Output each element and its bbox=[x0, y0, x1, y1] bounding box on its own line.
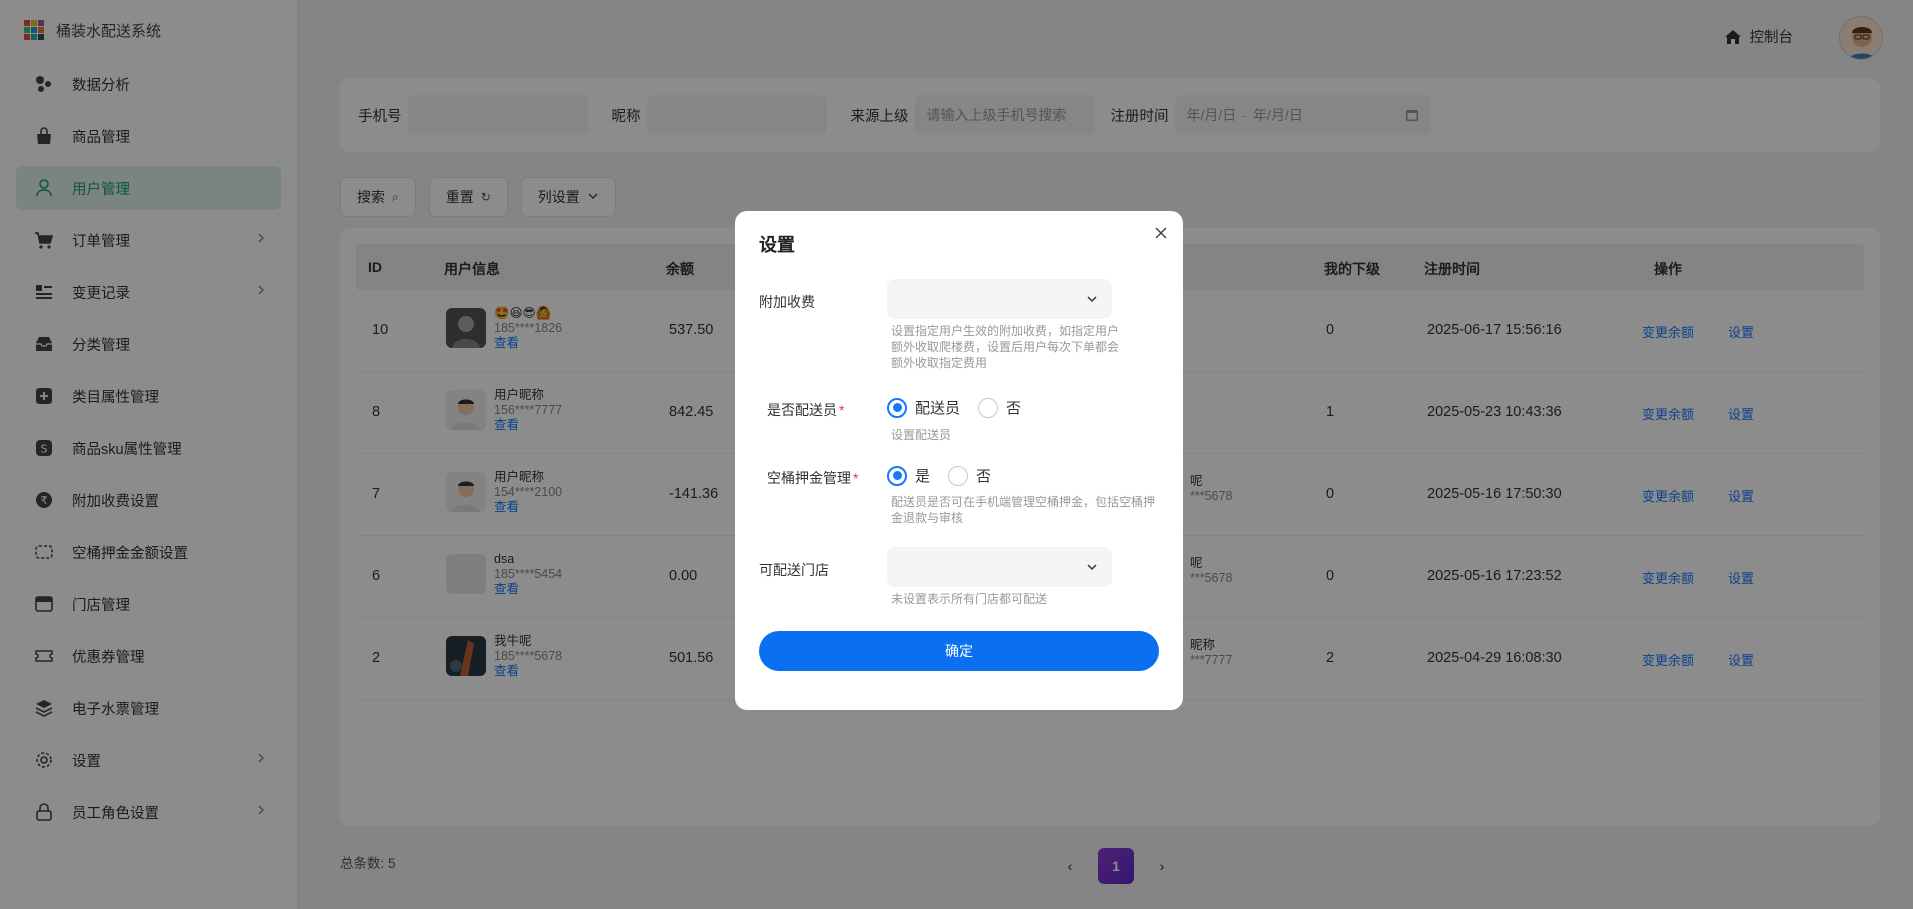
close-icon[interactable] bbox=[1151, 223, 1171, 243]
is-courier-label-text: 是否配送员 bbox=[767, 402, 837, 418]
courier-radio-group: 配送员 否 bbox=[887, 397, 1039, 418]
courier-yes-radio[interactable] bbox=[887, 397, 907, 418]
extra-fee-help: 设置指定用户生效的附加收费，如指定用户额外收取​爬楼费，设置后用户每次下单都会额… bbox=[891, 324, 1120, 370]
dialog-title: 设置 bbox=[759, 235, 795, 255]
deposit-no-radio[interactable] bbox=[948, 465, 969, 486]
deposit-yes-label[interactable]: 是 bbox=[915, 465, 930, 486]
extra-fee-select[interactable] bbox=[887, 279, 1112, 319]
required-mark: * bbox=[853, 470, 859, 486]
chevron-down-icon bbox=[1086, 292, 1098, 308]
extra-fee-label: 附加收费 bbox=[759, 294, 815, 310]
courier-no-radio[interactable] bbox=[978, 397, 999, 418]
courier-help: 设置配送员 bbox=[891, 428, 952, 442]
deposit-no-label[interactable]: 否 bbox=[976, 465, 991, 486]
deposit-label-text: 空桶押金管理 bbox=[767, 470, 851, 486]
required-mark: * bbox=[839, 402, 845, 418]
deposit-label: 空桶押金管理 * bbox=[767, 468, 858, 488]
courier-no-label[interactable]: 否 bbox=[1006, 397, 1021, 418]
deposit-yes-radio[interactable] bbox=[887, 465, 907, 486]
is-courier-label: 是否配送员 * bbox=[767, 400, 844, 420]
deposit-help: 配送员是否可在手机端管理空桶押金，包括空桶押金退款与审核 bbox=[891, 495, 1156, 525]
courier-yes-label[interactable]: 配送员 bbox=[915, 397, 960, 418]
deposit-radio-group: 是 否 bbox=[887, 465, 1009, 486]
chevron-down-icon bbox=[1086, 560, 1098, 576]
store-select[interactable] bbox=[887, 547, 1112, 587]
confirm-button[interactable]: 确定 bbox=[759, 631, 1159, 671]
settings-dialog: 设置 附加收费 设置指定用户生效的附加收费，如指定用户额外收取​爬楼费，设置后用… bbox=[735, 211, 1183, 710]
store-label: 可配送门店 bbox=[759, 562, 829, 578]
store-help: 未设置表示所有门店都可配送 bbox=[891, 592, 1048, 606]
